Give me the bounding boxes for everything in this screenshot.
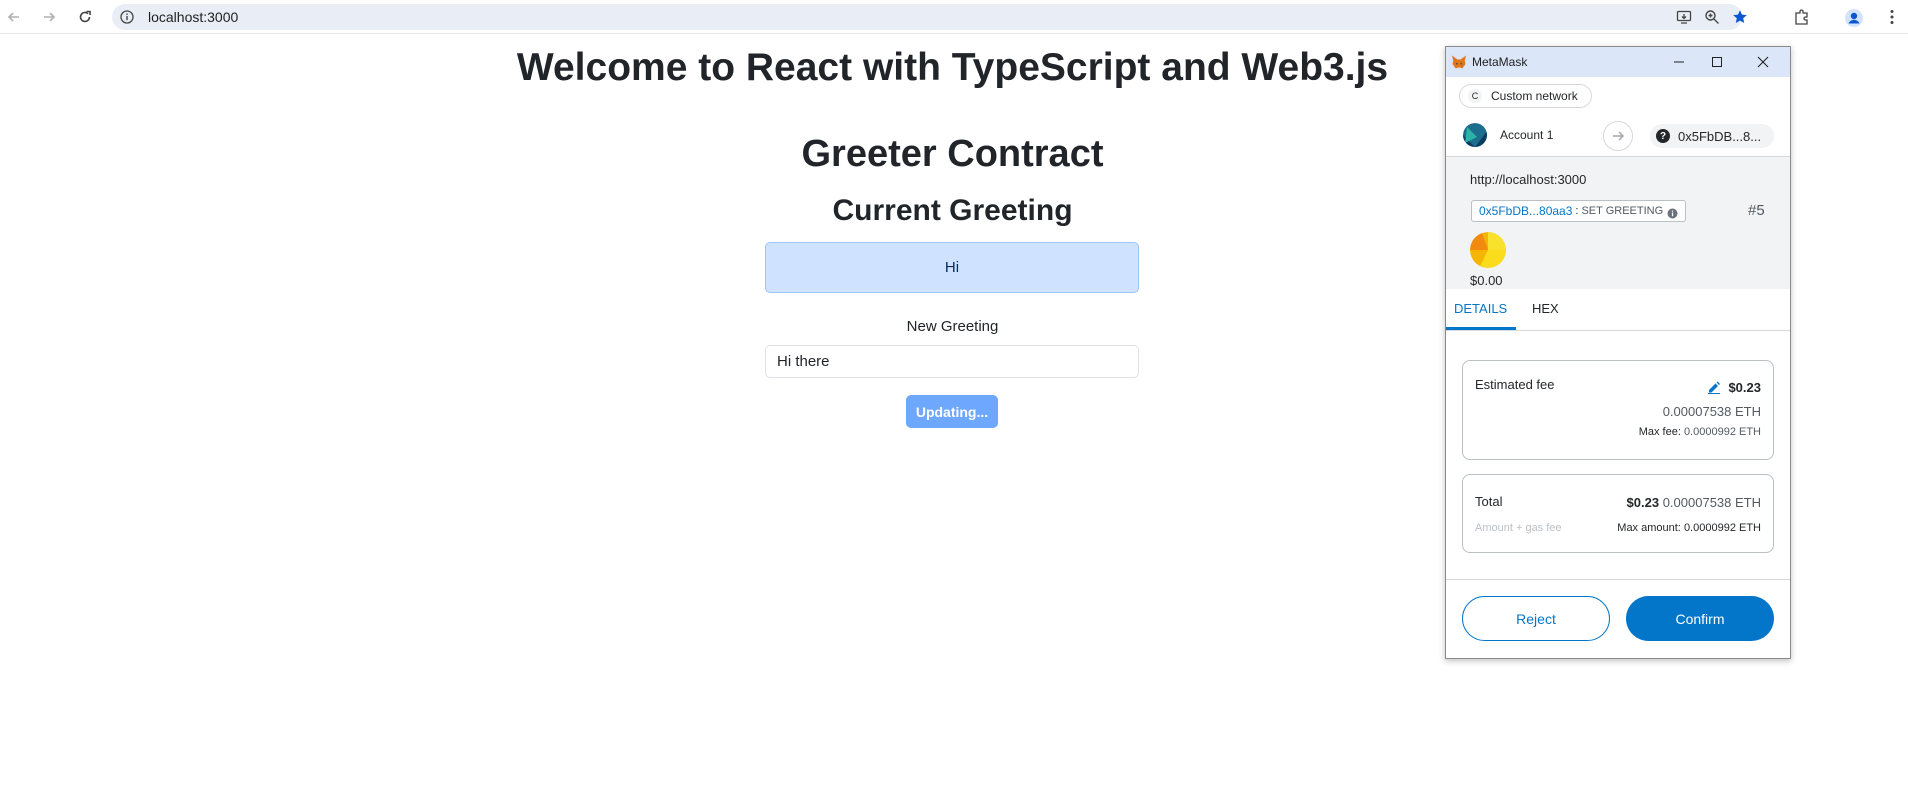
arrow-right-icon [1603, 121, 1633, 151]
maximize-icon[interactable] [1710, 55, 1724, 69]
metamask-fox-icon [1451, 54, 1467, 70]
total-value: $0.23 0.00007538 ETH [1627, 495, 1761, 510]
estimated-fee-card: Estimated fee $0.23 0.00007538 ETH Max f… [1462, 360, 1774, 460]
estimated-fee-eth: 0.00007538 ETH [1662, 404, 1761, 419]
info-icon[interactable] [1667, 206, 1678, 218]
method-name: SET GREETING [1581, 205, 1664, 217]
zoom-icon[interactable] [1704, 9, 1720, 25]
total-eth: 0.00007538 ETH [1662, 495, 1761, 510]
method-separator: : [1575, 205, 1579, 217]
transaction-summary: http://localhost:3000 0x5FbDB...80aa3 : … [1446, 157, 1790, 289]
install-app-icon[interactable] [1676, 9, 1692, 25]
total-usd: $0.23 [1626, 495, 1660, 510]
bookmark-star-icon[interactable] [1732, 9, 1748, 25]
question-icon: ? [1656, 129, 1670, 143]
reject-button[interactable]: Reject [1462, 596, 1610, 641]
contract-method-pill[interactable]: 0x5FbDB...80aa3 : SET GREETING [1471, 200, 1687, 222]
max-fee-value: 0.0000992 ETH [1683, 426, 1761, 438]
network-label: Custom network [1491, 89, 1578, 103]
max-amount-value: 0.0000992 ETH [1683, 522, 1761, 534]
confirm-button[interactable]: Confirm [1626, 596, 1774, 641]
update-greeting-button[interactable]: Updating... [906, 395, 998, 428]
url-text: localhost:3000 [148, 9, 239, 25]
kebab-menu-icon[interactable] [1883, 8, 1901, 26]
estimated-fee-label: Estimated fee [1475, 377, 1555, 392]
site-info-icon[interactable] [120, 10, 134, 24]
account-avatar [1463, 123, 1487, 147]
reload-icon[interactable] [76, 8, 94, 26]
minimize-icon[interactable] [1672, 55, 1686, 69]
profile-icon[interactable] [1844, 8, 1863, 27]
account-row: Account 1 ? 0x5FbDB...8... [1446, 115, 1790, 157]
detail-tabs: DETAILS HEX [1446, 289, 1790, 331]
total-label: Total [1475, 494, 1503, 509]
token-identicon [1470, 232, 1506, 268]
tab-hex[interactable]: HEX [1532, 301, 1559, 316]
browser-toolbar: localhost:3000 [0, 0, 1908, 34]
account-name: Account 1 [1500, 128, 1554, 142]
network-selector[interactable]: C Custom network [1459, 84, 1592, 108]
edit-gas-icon[interactable] [1707, 380, 1721, 394]
max-amount-label: Max amount: [1617, 522, 1681, 534]
estimated-fee-usd: $0.23 [1728, 380, 1761, 395]
extensions-icon[interactable] [1793, 8, 1811, 26]
current-greeting-text: Hi [944, 259, 960, 276]
max-fee-label: Max fee: [1638, 426, 1681, 438]
value-usd: $0.00 [1470, 273, 1503, 288]
network-badge: C [1468, 89, 1482, 103]
recipient-address: 0x5FbDB...8... [1678, 128, 1762, 144]
forward-icon[interactable] [40, 8, 58, 26]
max-fee: Max fee: 0.0000992 ETH [1639, 426, 1761, 438]
metamask-title-bar[interactable]: MetaMask [1446, 47, 1790, 77]
recipient-address-pill[interactable]: ? 0x5FbDB...8... [1650, 124, 1774, 148]
total-card: Total $0.23 0.00007538 ETH Amount + gas … [1462, 474, 1774, 553]
metamask-window-title: MetaMask [1472, 55, 1528, 69]
total-sub-label: Amount + gas fee [1475, 522, 1562, 534]
close-icon[interactable] [1756, 55, 1770, 69]
contract-address-link[interactable]: 0x5FbDB...80aa3 [1479, 204, 1572, 218]
new-greeting-input[interactable] [765, 345, 1139, 378]
origin-url: http://localhost:3000 [1470, 172, 1587, 187]
footer-divider [1446, 579, 1790, 580]
active-tab-indicator [1446, 327, 1516, 330]
max-amount: Max amount: 0.0000992 ETH [1617, 522, 1761, 534]
nonce: #5 [1748, 202, 1765, 219]
tab-details[interactable]: DETAILS [1454, 301, 1507, 316]
metamask-popup: MetaMask C Custom network Account 1 ? 0x… [1445, 46, 1791, 659]
address-bar[interactable]: localhost:3000 [112, 4, 1747, 30]
current-greeting-alert: Hi [765, 242, 1139, 293]
back-icon[interactable] [5, 8, 23, 26]
